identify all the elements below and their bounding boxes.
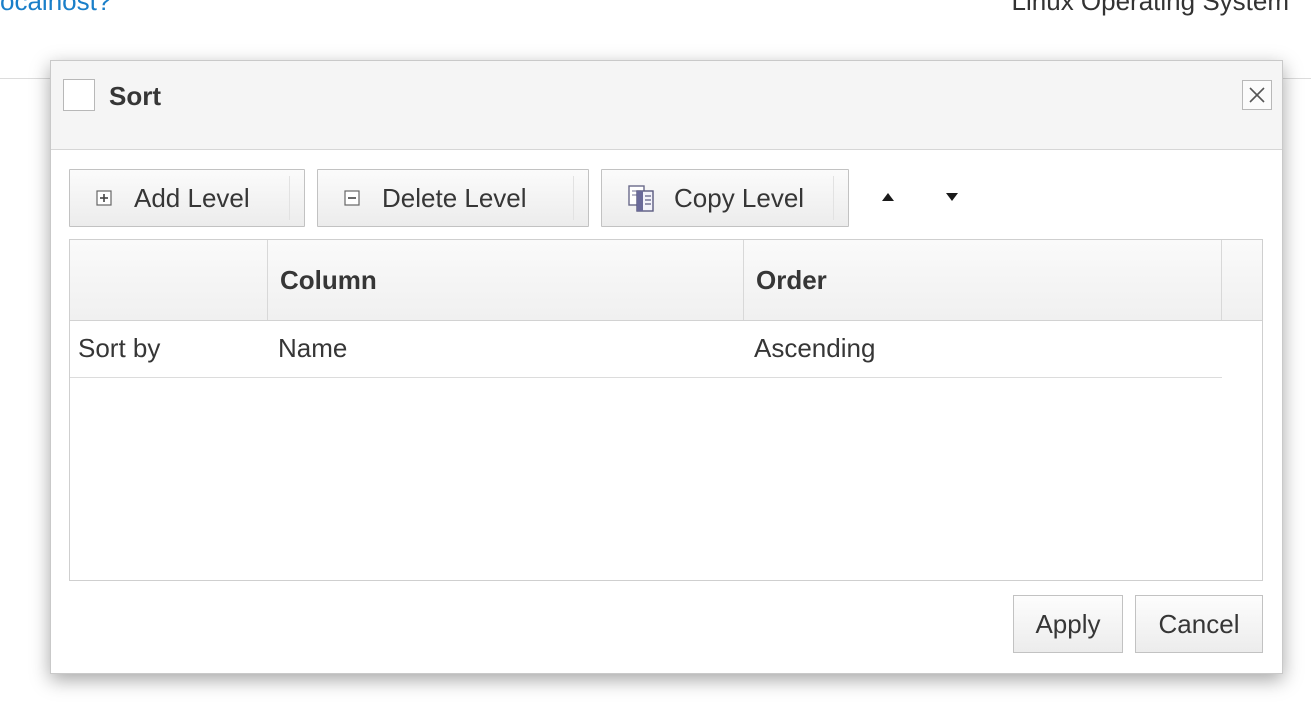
background-os-label: Linux Operating System [1011, 0, 1289, 16]
row-level-cell: Sort by [78, 332, 161, 363]
triangle-up-icon [882, 193, 894, 201]
add-level-button[interactable]: Add Level [69, 169, 305, 227]
copy-level-label: Copy Level [674, 182, 805, 213]
close-icon [1249, 87, 1265, 103]
grid-header-row: Column Order [70, 240, 1262, 321]
apply-button[interactable]: Apply [1013, 595, 1123, 653]
background-link[interactable]: ocalhost? [0, 0, 111, 17]
copy-documents-icon [626, 183, 656, 213]
grid-header-spacer [1222, 240, 1262, 320]
grid-header-column[interactable]: Column [268, 240, 744, 320]
row-order-cell[interactable]: Ascending [754, 320, 875, 376]
dialog-title: Sort [109, 81, 161, 111]
grid-header-order[interactable]: Order [744, 240, 1222, 320]
move-up-button[interactable] [873, 182, 903, 212]
row-column-cell[interactable]: Name [278, 320, 347, 376]
dialog-header: Sort [51, 61, 1282, 150]
sort-dialog: Sort Add Level Delete Level Copy Level C… [50, 60, 1283, 674]
close-button[interactable] [1242, 80, 1272, 110]
plus-box-icon [96, 190, 112, 206]
add-level-label: Add Level [134, 182, 250, 213]
copy-level-button[interactable]: Copy Level [601, 169, 849, 227]
grid-header-level [70, 240, 268, 320]
move-down-button[interactable] [937, 182, 967, 212]
minus-box-icon [344, 190, 360, 206]
cancel-button[interactable]: Cancel [1135, 595, 1263, 653]
dialog-icon-placeholder [63, 79, 95, 111]
delete-level-button[interactable]: Delete Level [317, 169, 589, 227]
triangle-down-icon [946, 193, 958, 201]
table-row[interactable]: Sort by Name Ascending [70, 320, 1222, 378]
sort-levels-grid: Column Order Sort by Name Ascending [69, 239, 1263, 581]
delete-level-label: Delete Level [382, 182, 527, 213]
